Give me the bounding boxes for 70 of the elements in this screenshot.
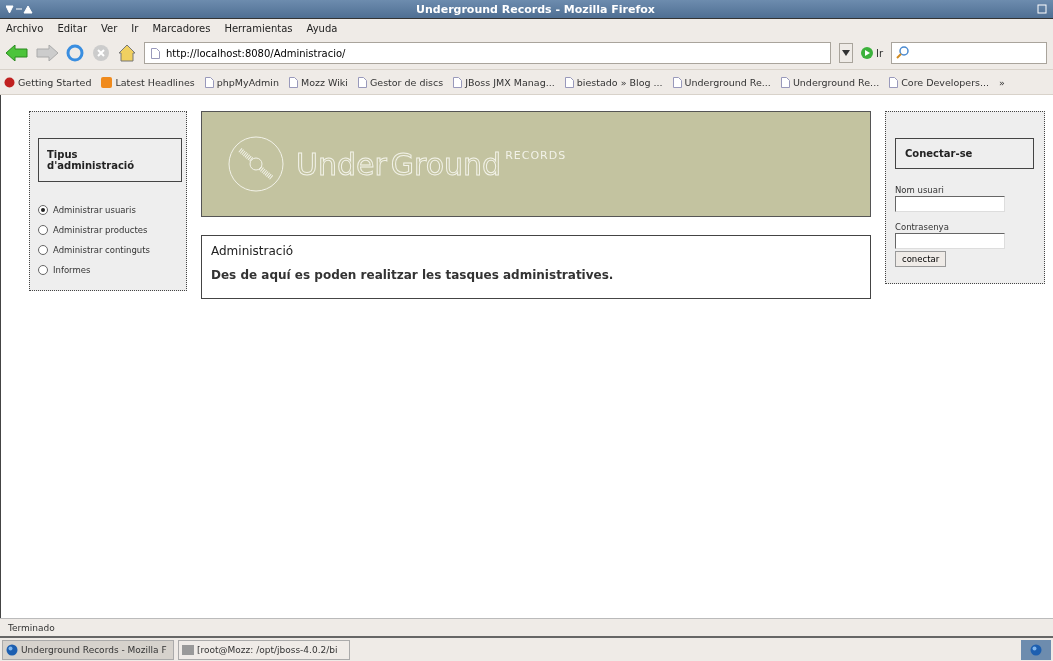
page-icon (780, 76, 790, 88)
radio-option[interactable]: Administrar productes (38, 220, 182, 240)
rss-icon (101, 76, 113, 88)
field-label: Contrasenya (895, 222, 950, 232)
menu-item[interactable]: Ver (101, 22, 118, 34)
menu-item[interactable]: Editar (57, 22, 87, 34)
back-arrow-icon[interactable] (6, 45, 28, 61)
bookmark-link[interactable]: Gestor de discs (357, 76, 444, 88)
page-icon (151, 47, 160, 59)
status-text: Terminado (8, 622, 55, 633)
search-icon (896, 46, 910, 60)
maximize-icon[interactable] (1037, 4, 1047, 14)
bookmark-link[interactable]: JBoss JMX Manag... (453, 76, 555, 88)
bookmark-link[interactable]: Mozz Wiki (288, 76, 348, 88)
bookmark-link[interactable]: biestado » Blog ... (564, 76, 663, 88)
terminal-icon (182, 644, 194, 655)
vinyl-record-icon (228, 136, 284, 192)
page-icon (889, 76, 899, 88)
home-icon[interactable] (118, 44, 136, 62)
menu-item[interactable]: Marcadores (152, 22, 211, 34)
menu-item[interactable]: Ir (131, 22, 139, 34)
page-icon (672, 76, 682, 88)
address-field[interactable]: http://localhost:8080/Administracio/ (144, 42, 831, 64)
panel-title: Conectar-se (895, 138, 1034, 169)
field-label: Nom usuari (895, 185, 945, 195)
play-icon (860, 47, 873, 59)
address-text: http://localhost:8080/Administracio/ (166, 47, 346, 59)
caret-icon (841, 50, 850, 56)
bookmark-link[interactable]: Getting Started (4, 76, 92, 88)
menu-item[interactable]: Herramientas (224, 22, 293, 34)
logo-subtitle: RECORDS (505, 148, 567, 162)
menu-item[interactable]: Archivo (6, 22, 44, 34)
radio-option[interactable]: Administrar continguts (38, 240, 182, 260)
radio-button[interactable] (38, 245, 48, 255)
panel-title: Tipus d'administració (38, 138, 182, 182)
radio-option[interactable]: Administrar usuaris (38, 200, 182, 220)
globe-icon (1030, 643, 1042, 656)
reload-icon[interactable] (66, 44, 84, 62)
bookmark-link[interactable]: phpMyAdmin (204, 76, 279, 88)
go-button[interactable]: Ir (860, 47, 883, 59)
more-bookmarks-button[interactable]: » (999, 76, 1005, 88)
taskbar-button[interactable]: Underground Records - Mozilla F (2, 639, 174, 660)
page-icon (204, 76, 214, 88)
dropdown-button[interactable] (838, 43, 853, 63)
username-field[interactable] (895, 196, 1005, 212)
window-title: Underground Records - Mozilla Firefox (415, 2, 656, 16)
page-icon (288, 76, 298, 88)
content-heading: Administració (211, 244, 295, 258)
password-field[interactable] (895, 233, 1005, 249)
window-menu-icon[interactable] (6, 4, 34, 14)
connect-button[interactable]: conectar (895, 251, 947, 267)
page-icon (564, 76, 574, 88)
bookmark-link[interactable]: Underground Re... (780, 76, 880, 88)
search-field[interactable] (891, 42, 1047, 64)
bookmark-link[interactable]: Latest Headlines (101, 76, 195, 88)
bookmark-link[interactable]: Underground Re... (672, 76, 771, 88)
content-text: Des de aquí es poden realitzar les tasques administratives. (211, 268, 615, 282)
radio-button[interactable] (38, 225, 48, 235)
tray-button[interactable] (1021, 639, 1051, 660)
taskbar-button[interactable]: [root@Mozz: /opt/jboss-4.0.2/bi (178, 639, 350, 660)
globe-icon (6, 643, 18, 656)
radio-option[interactable]: Informes (38, 260, 182, 280)
logo-text: Under (296, 146, 387, 182)
page-icon (453, 76, 463, 88)
radio-button[interactable] (38, 205, 48, 215)
bookmark-link[interactable]: Core Developers... (889, 76, 990, 88)
page-icon (357, 76, 367, 88)
menu-item[interactable]: Ayuda (306, 22, 338, 34)
radio-button[interactable] (38, 265, 48, 275)
logo-text: Ground (390, 146, 502, 182)
